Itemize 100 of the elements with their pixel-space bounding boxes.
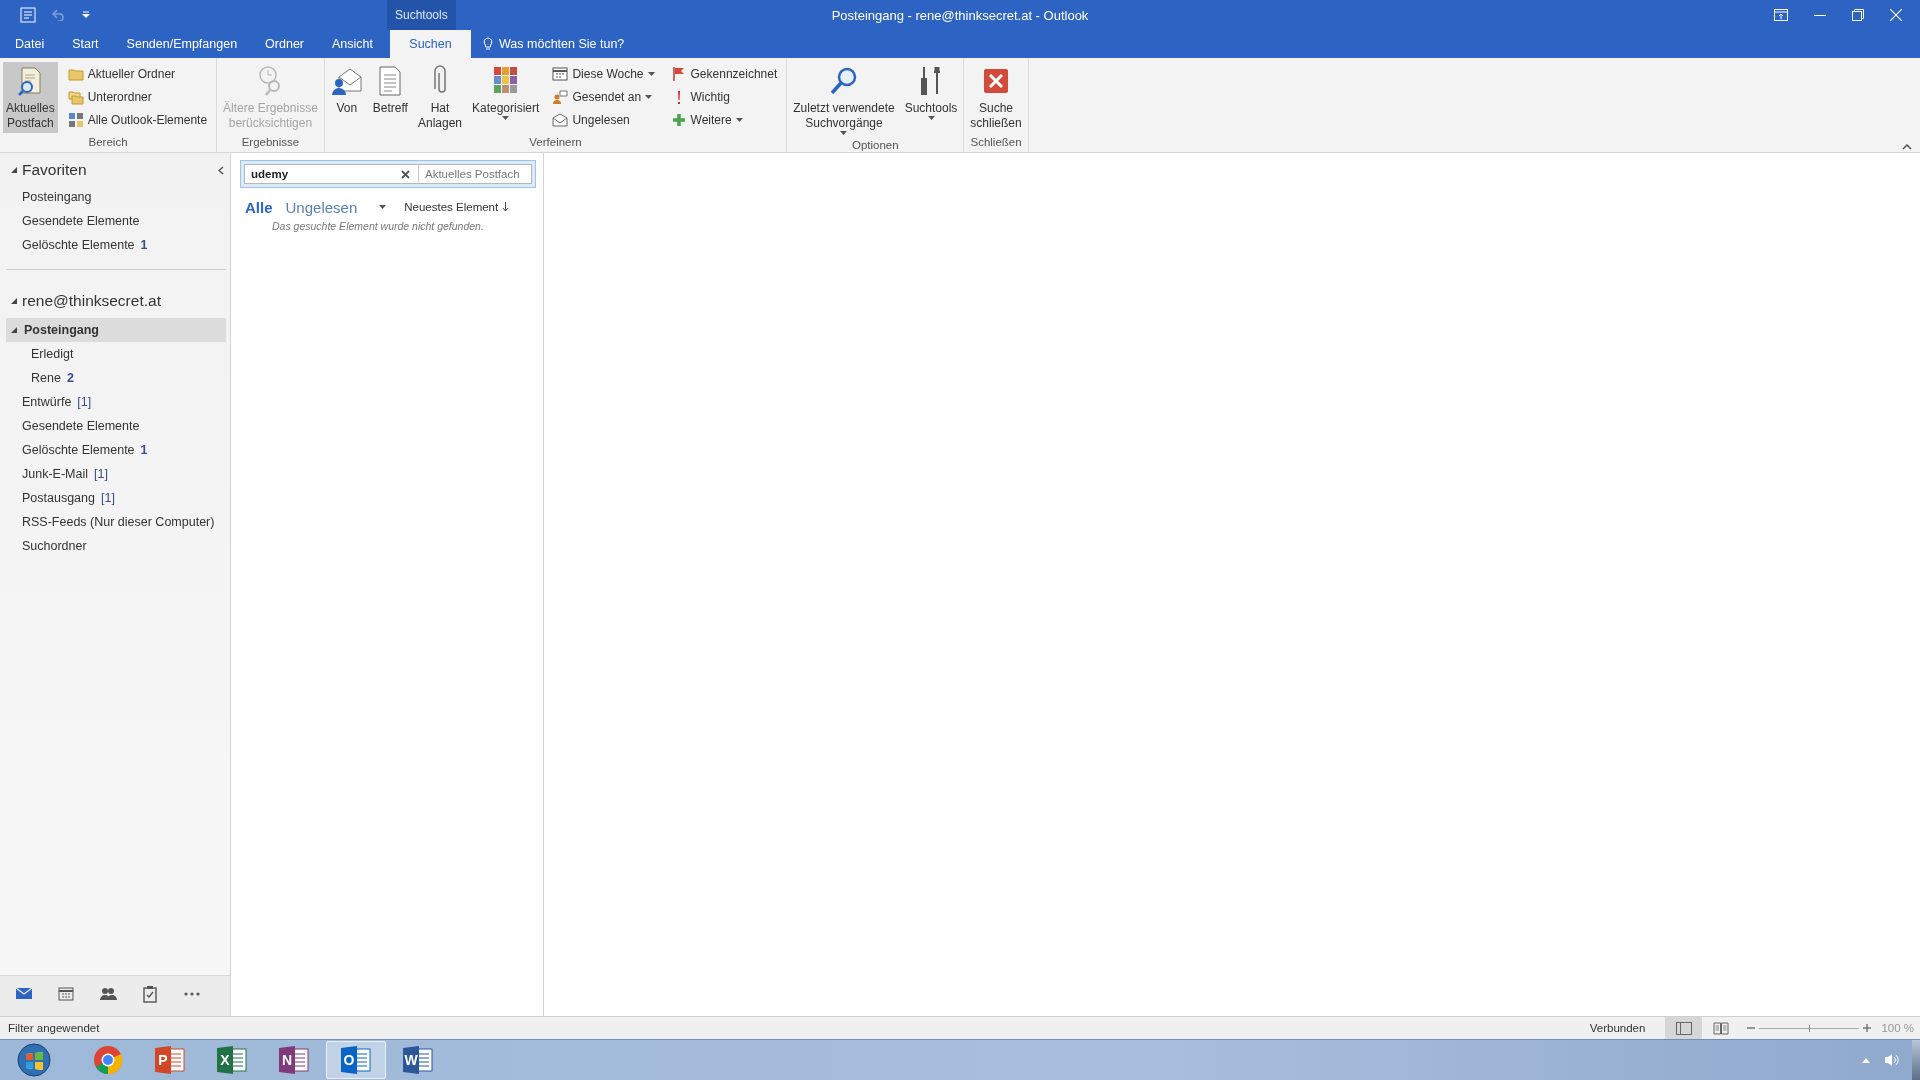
folder-label: Rene — [31, 371, 61, 385]
folder-item[interactable]: Entwürfe [1] — [0, 390, 230, 414]
folder-item[interactable]: Suchordner — [0, 534, 230, 558]
folder-label: Gesendete Elemente — [22, 214, 140, 228]
ribbon-button[interactable]: Gekennzeichnet — [668, 63, 780, 85]
tell-me-field[interactable]: Was möchten Sie tun? — [499, 37, 625, 51]
folder-item[interactable]: RSS-Feeds (Nur dieser Computer) — [0, 510, 230, 534]
envelope-icon — [552, 112, 569, 128]
zoom-level: 100 % — [1881, 1022, 1914, 1034]
folder-label: Junk-E-Mail — [22, 467, 88, 481]
account-header[interactable]: rene@thinksecret.at — [22, 292, 224, 310]
filter-tab[interactable]: Alle — [245, 198, 273, 216]
folder-item[interactable]: Postausgang [1] — [0, 486, 230, 510]
caret-icon — [927, 116, 935, 120]
folder-item[interactable]: Rene 2 — [0, 366, 230, 390]
ribbon-button[interactable]: Gesendet an — [550, 86, 657, 108]
unread-count: 1 — [140, 443, 148, 457]
folder-item[interactable]: Gelöschte Elemente 1 — [0, 233, 230, 257]
all-items-icon — [67, 112, 84, 128]
folder-item[interactable]: Junk-E-Mail [1] — [0, 462, 230, 486]
folder-item[interactable]: Gesendete Elemente — [0, 209, 230, 233]
ribbon-button[interactable]: Suchtools — [901, 62, 961, 128]
clear-icon[interactable] — [401, 169, 410, 179]
zoom-out-icon[interactable] — [1747, 1024, 1756, 1032]
unread-count: [1] — [94, 467, 108, 481]
flag-icon — [670, 66, 687, 82]
section-header[interactable]: Favoriten — [22, 161, 214, 179]
ribbon-button[interactable]: Aktuelles Postfach — [3, 62, 58, 133]
folder-item[interactable]: Gesendete Elemente — [0, 414, 230, 438]
exclamation-icon — [677, 89, 680, 105]
ribbon-tab[interactable]: Datei — [1, 30, 59, 58]
folder-icon — [67, 66, 84, 82]
collapse-pane-icon[interactable] — [218, 165, 224, 175]
collapse-ribbon-icon[interactable] — [1902, 144, 1912, 150]
folder-label: Gelöschte Elemente — [22, 443, 135, 457]
ribbon-button[interactable]: Diese Woche — [550, 63, 657, 85]
caret-icon — [647, 72, 655, 76]
ribbon-button[interactable]: Betreff — [369, 62, 411, 128]
ribbon-tab[interactable]: Suchen — [390, 30, 471, 58]
ribbon-button[interactable]: Suche schließen — [967, 62, 1025, 133]
ribbon-button[interactable]: Aktueller Ordner — [65, 63, 210, 85]
group-label: Optionen — [850, 138, 900, 153]
folder-item[interactable]: Erledigt — [0, 342, 230, 366]
ribbon-tab[interactable]: Start — [58, 30, 113, 58]
folder-label: Gelöschte Elemente — [22, 238, 135, 252]
ribbon-tab[interactable]: Ordner — [251, 30, 318, 58]
zoom-in-icon[interactable] — [1863, 1024, 1872, 1032]
folder-item[interactable]: Gelöschte Elemente 1 — [0, 438, 230, 462]
folder-label: RSS-Feeds (Nur dieser Computer) — [22, 515, 215, 529]
ribbon-button[interactable]: Zuletzt verwendete Suchvorgänge — [790, 62, 898, 137]
calendar-icon — [552, 66, 569, 82]
ribbon-button[interactable]: Alle Outlook-Elemente — [65, 109, 210, 131]
show-desktop-button[interactable] — [1912, 1040, 1920, 1080]
ribbon-button[interactable]: Ungelesen — [550, 109, 657, 131]
start-button[interactable] — [17, 1043, 51, 1077]
customize-icon[interactable] — [82, 11, 90, 19]
filter-tab[interactable]: Ungelesen — [285, 198, 358, 216]
people-icon[interactable] — [99, 985, 117, 1003]
calendar-icon[interactable] — [57, 985, 75, 1003]
ribbon-button[interactable]: Weitere — [668, 109, 780, 131]
context-tab-header: Suchtools — [387, 0, 456, 30]
unread-count: [1] — [101, 491, 115, 505]
ribbon-tab[interactable]: Ansicht — [318, 30, 387, 58]
restore-icon[interactable] — [1852, 9, 1864, 21]
normal-view-icon[interactable] — [1675, 1021, 1692, 1035]
ribbon-button[interactable]: Hat Anlagen — [414, 62, 465, 133]
ribbon-button[interactable]: Unterordner — [65, 86, 210, 108]
ribbon-button[interactable]: Wichtig — [668, 86, 780, 108]
unread-count: [1] — [77, 395, 92, 409]
group-label: Ergebnisse — [240, 135, 301, 150]
plus-icon — [670, 112, 687, 128]
lightbulb-icon — [483, 37, 493, 51]
sort-arrow-icon[interactable] — [502, 202, 510, 212]
search-field[interactable]: udemy Aktuelles Postfach — [240, 160, 536, 188]
browser-icon[interactable] — [93, 1045, 123, 1075]
filter-caret-icon — [379, 205, 387, 209]
close-icon[interactable] — [1890, 9, 1902, 21]
ribbon-display-icon[interactable] — [1774, 9, 1788, 21]
status-text: Filter angewendet — [7, 1022, 101, 1034]
caret-icon — [502, 116, 510, 120]
ribbon-button[interactable]: Kategorisiert — [469, 62, 543, 128]
send-receive-icon[interactable] — [20, 7, 36, 23]
folders-icon — [67, 89, 84, 105]
folder-label: Postausgang — [22, 491, 95, 505]
window-title: Posteingang - rene@thinksecret.at - Outlook — [831, 7, 1089, 23]
folder-label: Suchordner — [22, 539, 87, 553]
sort-button[interactable]: Neuestes Element — [404, 201, 499, 213]
connection-status: Verbunden — [1589, 1022, 1646, 1034]
ribbon-tab[interactable]: Senden/Empfangen — [112, 30, 252, 58]
task-icon[interactable] — [141, 985, 159, 1003]
folder-item[interactable]: Posteingang — [6, 318, 226, 342]
folder-label: Erledigt — [31, 347, 74, 361]
folder-label: Entwürfe — [22, 395, 72, 409]
ribbon-button[interactable]: Von — [327, 62, 366, 128]
scope-dropdown[interactable]: Aktuelles Postfach — [418, 165, 531, 183]
reading-view-icon[interactable] — [1712, 1021, 1729, 1035]
caret-icon — [645, 95, 653, 99]
folder-label: Posteingang — [24, 323, 99, 337]
folder-item[interactable]: Posteingang — [0, 185, 230, 209]
unread-count: 2 — [66, 371, 74, 385]
